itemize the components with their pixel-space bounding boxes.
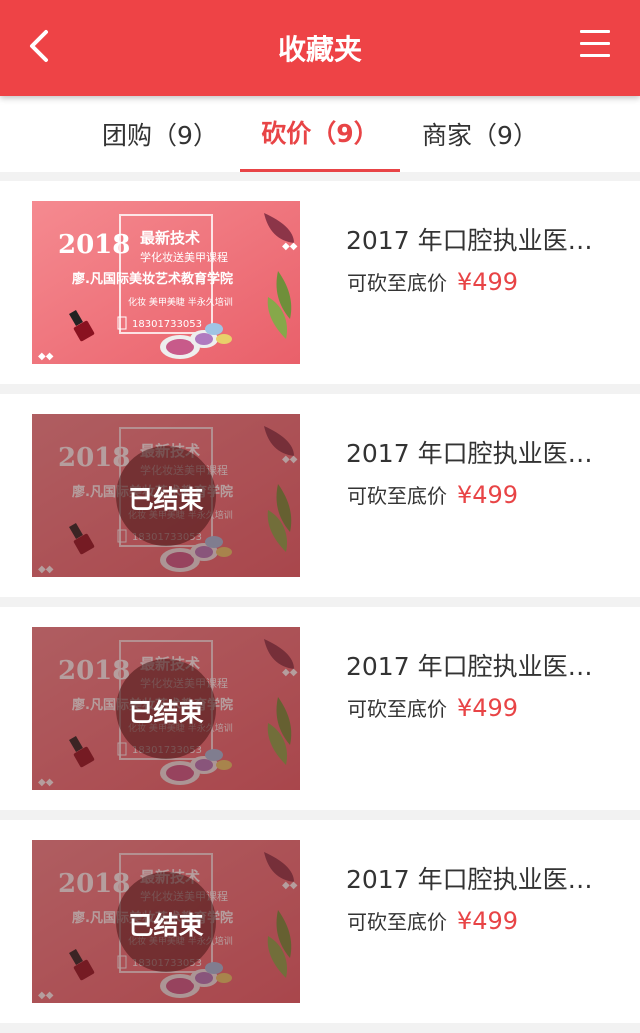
list-item[interactable]: 2018最新技术学化妆送美甲课程廖.凡国际美妆艺术教育学院化妆 美甲美睫 半永久… [0, 820, 640, 1023]
ended-label: 已结束 [128, 911, 204, 940]
tab-group-buy[interactable]: 团购（9） [80, 96, 240, 172]
ended-label: 已结束 [128, 485, 204, 514]
svg-text:2018: 2018 [58, 230, 130, 260]
list-item[interactable]: 2018 最新技术学化妆送美甲课程廖.凡国际美妆艺术教育学院化妆 美甲美睫 半永久… [0, 181, 640, 384]
svg-text:18301733053: 18301733053 [132, 319, 202, 330]
promo-poster-image: 2018 最新技术学化妆送美甲课程廖.凡国际美妆艺术教育学院化妆 美甲美睫 半永久… [32, 201, 300, 364]
tab-bar: 团购（9） 砍价（9） 商家（9） [0, 96, 640, 172]
price-label: 可砍至底价 [347, 484, 447, 508]
active-tab-indicator [240, 169, 400, 172]
list-item[interactable]: 2018最新技术学化妆送美甲课程廖.凡国际美妆艺术教育学院化妆 美甲美睫 半永久… [0, 394, 640, 597]
app-header: 收藏夹 [0, 0, 640, 96]
svg-text:化妆 美甲美睫 半永久培训: 化妆 美甲美睫 半永久培训 [128, 296, 233, 308]
favorites-list: 2018 最新技术学化妆送美甲课程廖.凡国际美妆艺术教育学院化妆 美甲美睫 半永久… [0, 181, 640, 1033]
page-title: 收藏夹 [277, 33, 362, 66]
item-title: 2017 年口腔执业医师资格考试 [346, 865, 616, 894]
price-value: ¥499 [457, 907, 519, 935]
ended-label: 已结束 [128, 698, 204, 727]
price-row: 可砍至底价 ¥499 [347, 693, 518, 722]
svg-text:◆◆: ◆◆ [282, 241, 298, 252]
product-thumbnail[interactable]: 2018最新技术学化妆送美甲课程廖.凡国际美妆艺术教育学院化妆 美甲美睫 半永久… [32, 840, 300, 1003]
list-item[interactable]: 2018最新技术学化妆送美甲课程廖.凡国际美妆艺术教育学院化妆 美甲美睫 半永久… [0, 607, 640, 810]
item-title: 2017 年口腔执业医师资格考试 [346, 652, 616, 681]
price-value: ¥499 [457, 481, 519, 509]
svg-text:学化妆送美甲课程: 学化妆送美甲课程 [140, 250, 228, 264]
price-label: 可砍至底价 [347, 271, 447, 295]
tab-merchant[interactable]: 商家（9） [400, 96, 560, 172]
ended-overlay: 已结束 [32, 840, 300, 1003]
svg-text:最新技术: 最新技术 [140, 229, 200, 247]
item-title: 2017 年口腔执业医师资格考试 [346, 439, 616, 468]
product-thumbnail[interactable]: 2018最新技术学化妆送美甲课程廖.凡国际美妆艺术教育学院化妆 美甲美睫 半永久… [32, 627, 300, 790]
item-title: 2017 年口腔执业医师资格考试 [346, 226, 616, 255]
price-label: 可砍至底价 [347, 910, 447, 934]
ended-overlay: 已结束 [32, 627, 300, 790]
svg-text:◆◆: ◆◆ [38, 351, 54, 362]
price-value: ¥499 [457, 694, 519, 722]
menu-button[interactable] [580, 30, 612, 64]
product-thumbnail[interactable]: 2018最新技术学化妆送美甲课程廖.凡国际美妆艺术教育学院化妆 美甲美睫 半永久… [32, 414, 300, 577]
hamburger-menu-icon [580, 30, 612, 57]
product-thumbnail[interactable]: 2018 最新技术学化妆送美甲课程廖.凡国际美妆艺术教育学院化妆 美甲美睫 半永久… [32, 201, 300, 364]
price-value: ¥499 [457, 268, 519, 296]
tab-bargain[interactable]: 砍价（9） [240, 96, 400, 172]
svg-text:廖.凡国际美妆艺术教育学院: 廖.凡国际美妆艺术教育学院 [72, 271, 233, 287]
price-row: 可砍至底价 ¥499 [347, 480, 518, 509]
price-row: 可砍至底价 ¥499 [347, 267, 518, 296]
ended-overlay: 已结束 [32, 414, 300, 577]
price-row: 可砍至底价 ¥499 [347, 906, 518, 935]
price-label: 可砍至底价 [347, 697, 447, 721]
